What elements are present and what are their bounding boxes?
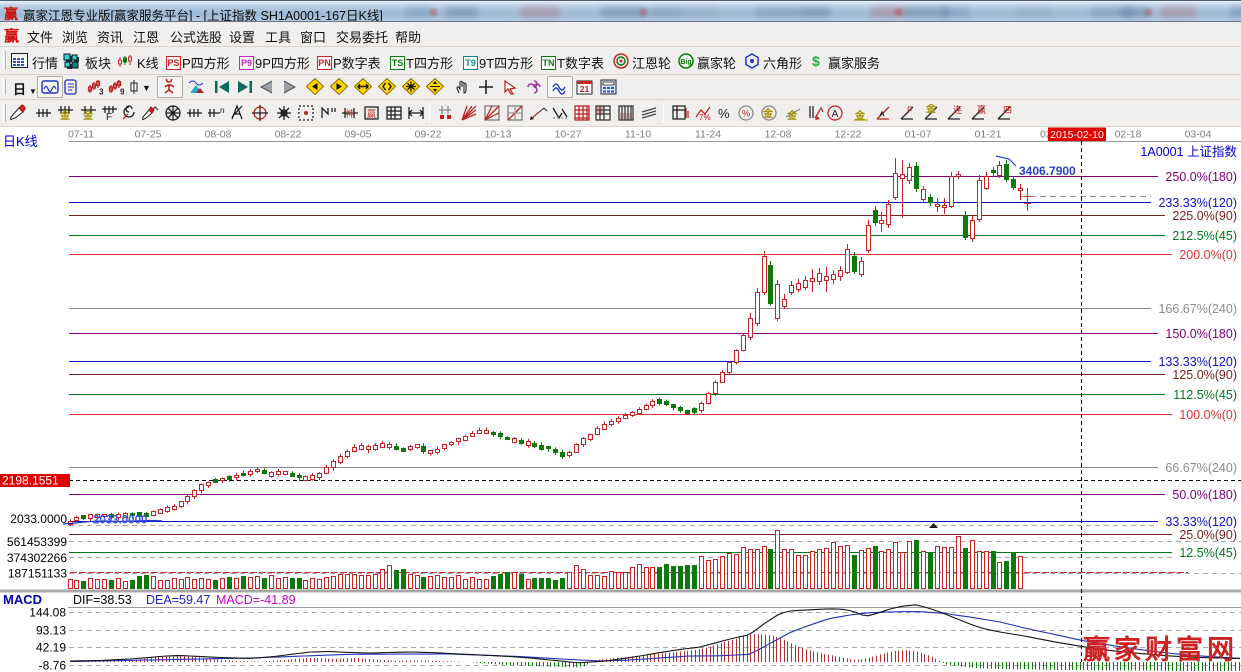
svg-text:F: F — [106, 112, 112, 122]
svg-text:12-22: 12-22 — [835, 129, 862, 141]
svg-text:11-24: 11-24 — [695, 129, 721, 141]
svg-text:01-21: 01-21 — [975, 129, 1002, 141]
svg-text:100.0%(0): 100.0%(0) — [1179, 408, 1237, 422]
svg-text:金: 金 — [762, 107, 774, 120]
svg-text:09-05: 09-05 — [345, 129, 372, 141]
svg-text:33.33%(120): 33.33%(120) — [1165, 515, 1237, 529]
svg-text:08-22: 08-22 — [275, 129, 302, 141]
svg-text:07-11: 07-11 — [68, 129, 94, 141]
svg-text:神: 神 — [345, 108, 354, 119]
svg-text:166.67%(240): 166.67%(240) — [1158, 302, 1237, 316]
svg-text:金: 金 — [786, 109, 798, 122]
svg-text:03-04: 03-04 — [1185, 129, 1212, 141]
svg-text:11-10: 11-10 — [625, 129, 651, 141]
svg-text:3406.7900: 3406.7900 — [1019, 164, 1076, 178]
svg-text:12.5%(45): 12.5%(45) — [1179, 546, 1237, 560]
svg-text:%: % — [718, 106, 730, 121]
svg-text:212.5%(45): 212.5%(45) — [1172, 229, 1237, 243]
svg-text:10-27: 10-27 — [555, 129, 582, 141]
svg-text:Big: Big — [680, 59, 691, 66]
svg-text:金: 金 — [59, 109, 71, 122]
svg-text:2198.1551: 2198.1551 — [2, 474, 59, 488]
svg-text:250.0%(180): 250.0%(180) — [1165, 170, 1237, 184]
svg-text:日K线: 日K线 — [3, 134, 38, 149]
svg-text:374302266: 374302266 — [7, 551, 67, 565]
svg-text:n²: n² — [220, 106, 225, 115]
svg-text:02-18: 02-18 — [1115, 129, 1142, 141]
svg-text:66.67%(240): 66.67%(240) — [1165, 461, 1237, 475]
svg-text:▼: ▼ — [142, 83, 151, 93]
svg-text:赢家财富网: 赢家财富网 — [1083, 634, 1238, 665]
svg-text:10-13: 10-13 — [485, 129, 512, 141]
svg-text:A: A — [832, 109, 839, 120]
svg-text:赢: 赢 — [977, 104, 986, 115]
svg-text:200.0%(0): 200.0%(0) — [1179, 248, 1237, 262]
svg-text:DIF=38.53: DIF=38.53 — [73, 593, 132, 607]
svg-text:233.33%(120): 233.33%(120) — [1158, 196, 1237, 210]
svg-text:187151133: 187151133 — [8, 567, 68, 581]
svg-text:01-07: 01-07 — [905, 129, 932, 141]
svg-text:1A0001 上证指数: 1A0001 上证指数 — [1140, 144, 1237, 159]
svg-text:2015-02-10: 2015-02-10 — [1050, 129, 1104, 141]
svg-text:133.33%(120): 133.33%(120) — [1158, 355, 1237, 369]
svg-text:93.13: 93.13 — [36, 624, 66, 638]
svg-text:连: 连 — [953, 104, 962, 115]
svg-text:09-22: 09-22 — [415, 129, 442, 141]
svg-text:2033.0000: 2033.0000 — [10, 512, 67, 526]
svg-text:2033.0000: 2033.0000 — [93, 515, 147, 527]
svg-text:21: 21 — [580, 84, 590, 94]
svg-text:%: % — [742, 109, 750, 119]
svg-text:7%: 7% — [699, 113, 711, 122]
svg-text:12-08: 12-08 — [765, 129, 792, 141]
svg-text:MACD=-41.89: MACD=-41.89 — [216, 593, 296, 607]
svg-text:112.5%(45): 112.5%(45) — [1173, 388, 1237, 402]
svg-text:08-08: 08-08 — [205, 129, 232, 141]
svg-text:42.19: 42.19 — [36, 641, 66, 655]
svg-text:F: F — [907, 105, 913, 115]
svg-text:3: 3 — [99, 87, 103, 96]
svg-text:25.0%(90): 25.0%(90) — [1179, 528, 1237, 542]
svg-text:07-25: 07-25 — [135, 129, 162, 141]
svg-text:四: 四 — [1003, 105, 1012, 115]
svg-text:225.0%(90): 225.0%(90) — [1172, 209, 1237, 223]
svg-text:50.0%(180): 50.0%(180) — [1172, 488, 1237, 502]
svg-text:561453399: 561453399 — [7, 535, 67, 549]
svg-text:金: 金 — [82, 109, 94, 122]
svg-text:DEA=59.47: DEA=59.47 — [146, 593, 210, 607]
svg-text:144.08: 144.08 — [29, 606, 66, 620]
svg-text:-8.76: -8.76 — [39, 659, 67, 672]
svg-text:赢: 赢 — [367, 108, 376, 119]
svg-text:125.0%(90): 125.0%(90) — [1172, 368, 1237, 382]
svg-text:9: 9 — [120, 87, 124, 96]
svg-text:金: 金 — [925, 104, 937, 115]
svg-text:150.0%(180): 150.0%(180) — [1165, 327, 1237, 341]
